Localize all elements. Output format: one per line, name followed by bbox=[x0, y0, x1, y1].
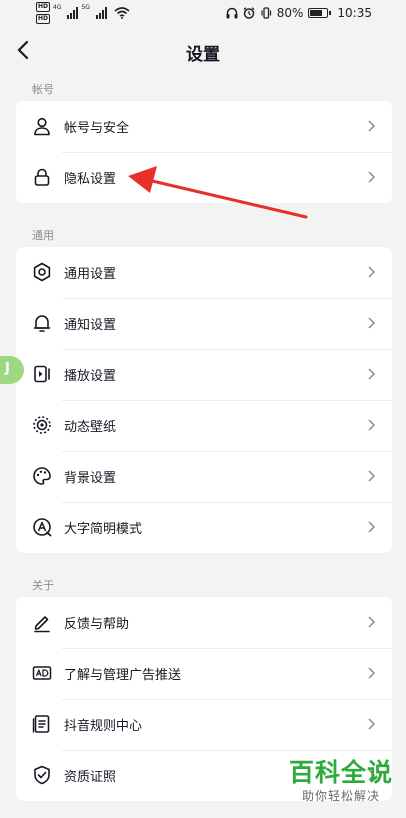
section-label-general: 通用 bbox=[32, 229, 54, 242]
vibrate-icon bbox=[261, 7, 271, 19]
bell-icon bbox=[33, 315, 51, 332]
nav-bar: 设置 bbox=[0, 26, 406, 76]
large-font-icon bbox=[33, 518, 52, 537]
menu-item-label: 了解与管理广告推送 bbox=[64, 668, 182, 683]
menu-item-label: 动态壁纸 bbox=[64, 420, 117, 435]
menu-item-label: 资质证照 bbox=[64, 770, 117, 785]
palette-icon bbox=[33, 467, 51, 485]
clock-time: 10:35 bbox=[337, 6, 372, 20]
section-label-account: 帐号 bbox=[32, 83, 54, 96]
chevron-right-icon bbox=[368, 521, 376, 533]
menu-item-large-font-mode[interactable]: 大字简明模式 bbox=[16, 502, 392, 553]
menu-item-label: 通用设置 bbox=[64, 267, 117, 282]
rules-book-icon bbox=[32, 715, 50, 733]
section-label-about: 关于 bbox=[32, 579, 54, 592]
status-bar: HD HD 4G 5G 80% 10:35 bbox=[0, 0, 406, 26]
menu-item-privacy-settings[interactable]: 隐私设置 bbox=[16, 152, 392, 203]
menu-item-notification-settings[interactable]: 通知设置 bbox=[16, 298, 392, 349]
chevron-right-icon bbox=[368, 718, 376, 730]
shield-check-icon bbox=[34, 765, 50, 785]
card-account: 帐号与安全 隐私设置 bbox=[16, 101, 392, 203]
side-handle-label: J bbox=[5, 361, 10, 376]
play-icon bbox=[34, 365, 50, 383]
menu-item-label: 反馈与帮助 bbox=[64, 617, 130, 632]
menu-item-label: 抖音规则中心 bbox=[64, 719, 143, 734]
menu-item-label: 帐号与安全 bbox=[64, 121, 130, 136]
menu-item-general-settings[interactable]: 通用设置 bbox=[16, 247, 392, 298]
menu-item-account-security[interactable]: 帐号与安全 bbox=[16, 101, 392, 152]
menu-item-label: 播放设置 bbox=[64, 369, 117, 384]
lock-icon bbox=[34, 168, 50, 186]
chevron-right-icon bbox=[368, 171, 376, 183]
menu-item-feedback-help[interactable]: 反馈与帮助 bbox=[16, 597, 392, 648]
watermark: 百科全说 助你轻松解决 bbox=[282, 758, 400, 804]
menu-item-ad-management[interactable]: 了解与管理广告推送 bbox=[16, 648, 392, 699]
headphones-icon bbox=[226, 7, 238, 19]
menu-item-label: 隐私设置 bbox=[64, 172, 117, 187]
gear-icon bbox=[33, 262, 51, 282]
menu-item-live-wallpaper[interactable]: 动态壁纸 bbox=[16, 400, 392, 451]
hd-badge: HD bbox=[36, 2, 51, 12]
live-wallpaper-icon bbox=[33, 416, 51, 434]
menu-item-label: 背景设置 bbox=[64, 471, 117, 486]
pen-icon bbox=[34, 616, 50, 633]
chevron-right-icon bbox=[368, 419, 376, 431]
battery-icon bbox=[308, 8, 332, 18]
signal-icon bbox=[95, 7, 107, 19]
alarm-icon bbox=[243, 7, 255, 19]
chevron-right-icon bbox=[368, 266, 376, 278]
chevron-right-icon bbox=[368, 616, 376, 628]
card-general: 通用设置 通知设置 播放设置 动态壁纸 背景设置 大字简明模式 bbox=[16, 247, 392, 553]
watermark-subtitle: 助你轻松解决 bbox=[301, 789, 380, 803]
menu-item-label: 通知设置 bbox=[64, 318, 117, 333]
menu-item-label: 大字简明模式 bbox=[64, 522, 143, 537]
menu-item-rules-center[interactable]: 抖音规则中心 bbox=[16, 699, 392, 750]
status-right: 80% 10:35 bbox=[226, 0, 372, 26]
menu-item-playback-settings[interactable]: 播放设置 bbox=[16, 349, 392, 400]
chevron-right-icon bbox=[368, 317, 376, 329]
hd-badge: HD bbox=[36, 14, 51, 24]
user-icon bbox=[34, 117, 50, 136]
chevron-right-icon bbox=[368, 120, 376, 132]
chevron-right-icon bbox=[368, 470, 376, 482]
hd-indicators: HD HD bbox=[36, 2, 51, 24]
status-left: HD HD 4G 5G bbox=[36, 0, 130, 26]
signal-icon bbox=[67, 7, 79, 19]
wifi-icon bbox=[114, 7, 130, 19]
chevron-right-icon bbox=[368, 667, 376, 679]
network-type: 5G bbox=[81, 4, 90, 11]
menu-item-background-settings[interactable]: 背景设置 bbox=[16, 451, 392, 502]
watermark-title: 百科全说 bbox=[288, 758, 393, 787]
battery-percent: 80% bbox=[276, 6, 304, 20]
page-title: 设置 bbox=[186, 45, 220, 65]
ad-icon bbox=[32, 666, 52, 680]
chevron-right-icon bbox=[368, 368, 376, 380]
network-type: 4G bbox=[53, 4, 62, 11]
